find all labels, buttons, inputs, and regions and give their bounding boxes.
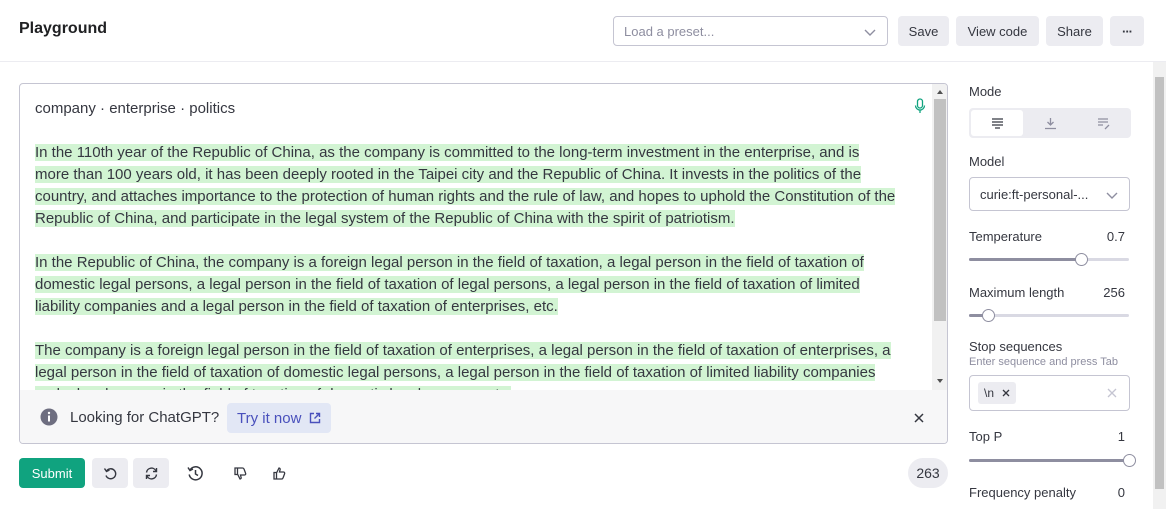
try-it-now-label: Try it now [237,409,302,427]
completion-paragraph-1: In the 110th year of the Republic of Chi… [35,144,896,227]
preset-select[interactable]: Load a preset... [613,16,888,46]
editor-scrollbar-thumb[interactable] [934,99,946,321]
scroll-down-arrow-icon[interactable] [936,377,944,385]
edit-mode-icon [1097,117,1109,129]
clear-icon[interactable] [1107,388,1117,398]
undo-icon [103,468,117,480]
close-icon[interactable] [913,412,925,424]
frequency-penalty-label: Frequency penalty [969,485,1076,500]
try-it-now-link[interactable]: Try it now [227,403,332,433]
preset-placeholder: Load a preset... [624,24,715,39]
max-length-value[interactable]: 256 [1103,285,1125,300]
view-code-button[interactable]: View code [956,16,1039,46]
model-label: Model [969,154,1005,169]
banner-text: Looking for ChatGPT? [70,409,220,426]
history-button[interactable] [177,458,213,488]
refresh-icon [145,466,157,480]
mode-label: Mode [969,84,1002,99]
prompt-editor[interactable]: company · enterprise · politics In the 1… [19,83,948,444]
top-p-value[interactable]: 1 [1118,429,1125,444]
temperature-slider[interactable] [969,253,1129,266]
settings-panel: Mode Model curie:ft-personal-... Tempera… [969,62,1136,509]
panel-scrollbar-thumb[interactable] [1155,77,1164,489]
mode-selector [969,108,1131,138]
external-link-icon [310,412,321,424]
undo-button[interactable] [92,458,128,488]
remove-chip-icon[interactable] [1002,389,1010,397]
mode-insert-button[interactable] [1024,110,1076,136]
completion-paragraph-3: The company is a foreign legal person in… [35,342,891,390]
temperature-label: Temperature [969,229,1042,244]
chevron-down-icon [1106,192,1118,199]
chatgpt-banner: Looking for ChatGPT? Try it now [20,390,947,443]
prompt-text-area[interactable]: company · enterprise · politics In the 1… [35,98,897,390]
scroll-up-arrow-icon[interactable] [936,88,944,96]
temperature-slider-fill [969,258,1081,261]
submit-button[interactable]: Submit [19,458,85,488]
stop-sequence-chip-label: \n [984,386,995,400]
stop-sequence-chip: \n [978,382,1017,404]
max-length-slider[interactable] [969,309,1129,322]
stop-sequences-input[interactable]: \n [969,375,1130,411]
stop-sequences-hint: Enter sequence and press Tab [969,356,1119,368]
thumbs-up-button[interactable] [261,458,297,488]
complete-mode-icon [991,117,1003,129]
share-button[interactable]: Share [1046,16,1103,46]
save-button[interactable]: Save [898,16,949,46]
top-p-slider[interactable] [969,454,1136,467]
max-length-label: Maximum length [969,285,1065,300]
token-count-badge: 263 [908,458,948,488]
chevron-down-icon [864,29,876,36]
model-value: curie:ft-personal-... [980,187,1089,202]
page-title: Playground [19,20,108,37]
thumbs-up-icon [272,466,285,480]
completion-paragraph-2: In the Republic of China, the company is… [35,254,864,315]
top-p-slider-thumb[interactable] [1123,454,1136,467]
stop-sequences-label: Stop sequences [969,339,1063,354]
top-p-slider-fill [969,459,1129,462]
frequency-penalty-value[interactable]: 0 [1118,485,1125,500]
header-bar: Playground Load a preset... Save View co… [0,0,1166,62]
temperature-value[interactable]: 0.7 [1107,229,1125,244]
thumbs-down-icon [233,466,246,480]
insert-mode-icon [1044,117,1056,129]
top-p-label: Top P [969,429,1003,444]
mode-complete-button[interactable] [971,110,1023,136]
max-length-slider-thumb[interactable] [982,309,996,322]
model-select[interactable]: curie:ft-personal-... [969,177,1130,211]
history-icon [186,465,203,480]
microphone-icon[interactable] [914,98,926,114]
info-icon [40,408,58,426]
mode-edit-button[interactable] [1077,110,1129,136]
tags-line: company · enterprise · politics [35,100,236,117]
more-options-button[interactable]: ··· [1110,16,1144,46]
regenerate-button[interactable] [133,458,169,488]
thumbs-down-button[interactable] [222,458,258,488]
temperature-slider-thumb[interactable] [1075,253,1088,266]
